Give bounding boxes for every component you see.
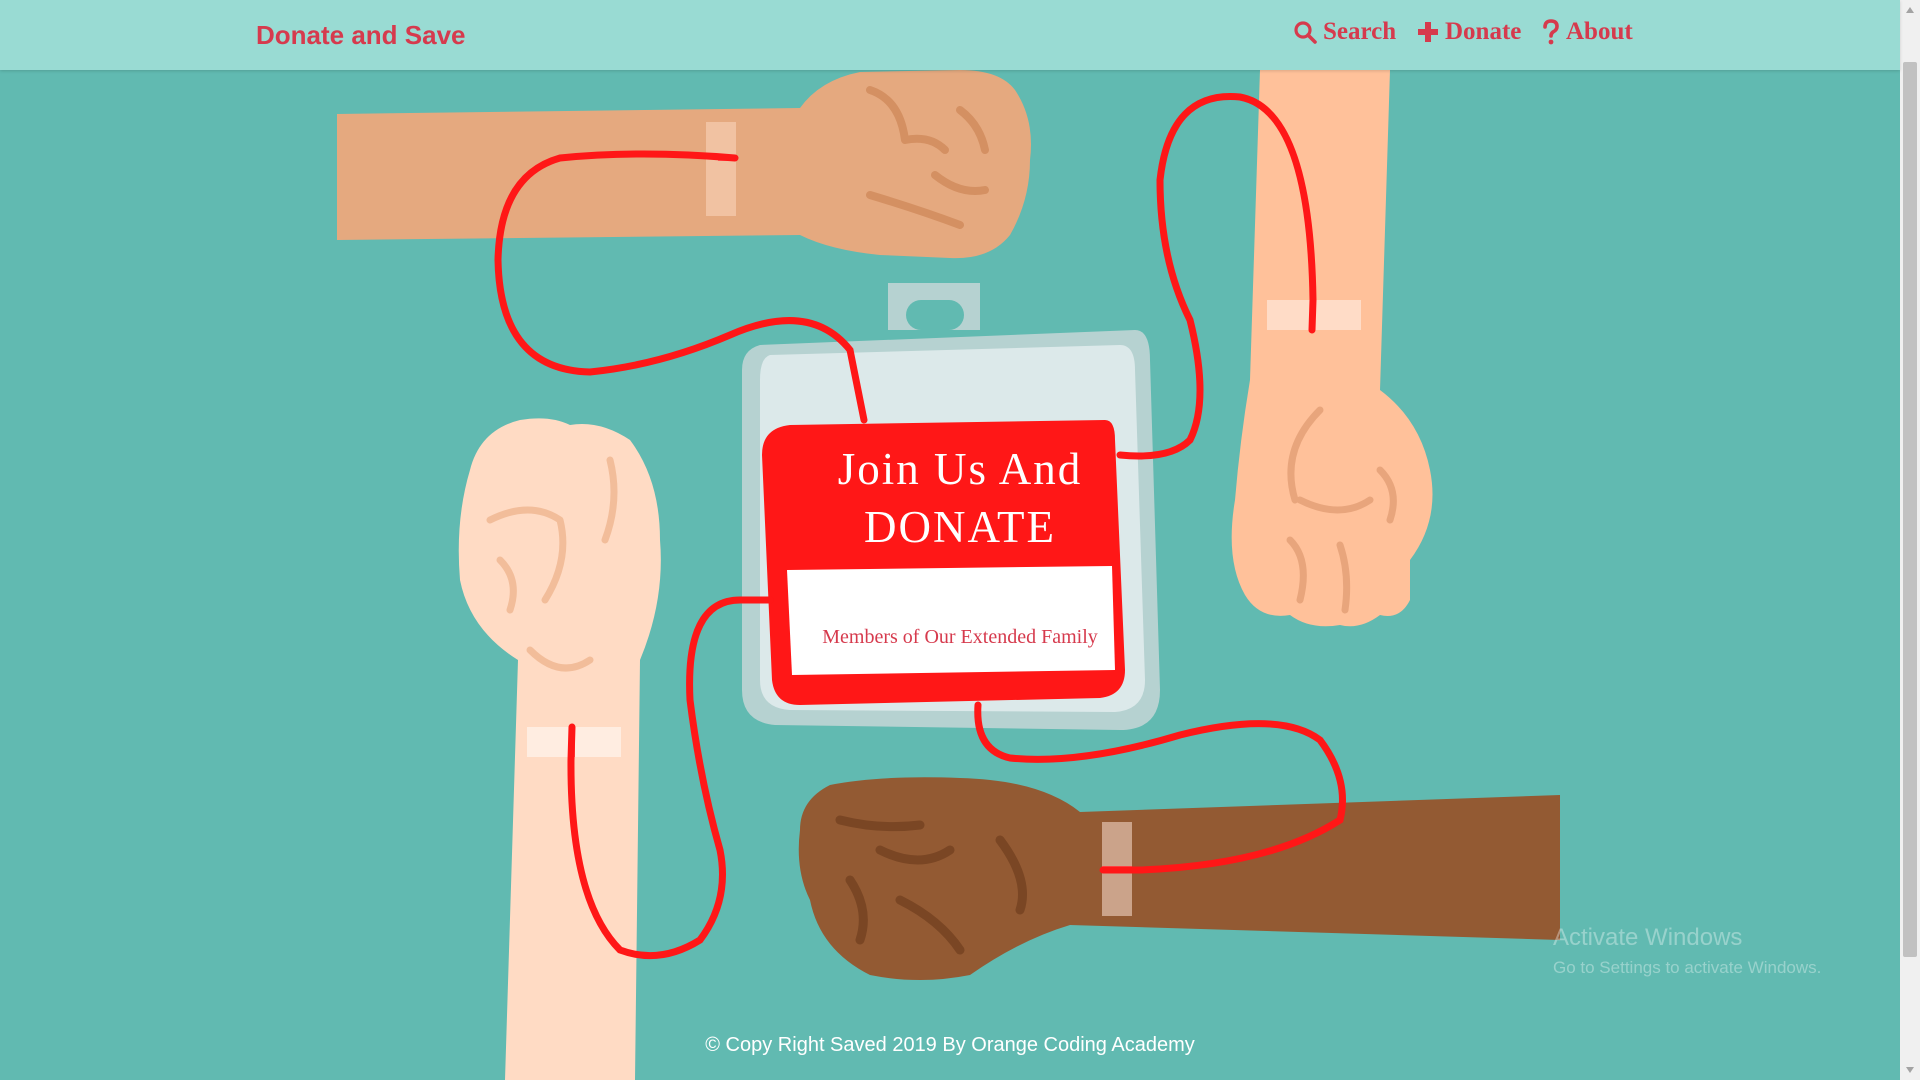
navbar: Donate and Save Search Donate About (0, 0, 1900, 70)
nav-search-label: Search (1323, 18, 1397, 45)
top-arm (337, 70, 1031, 259)
vertical-scrollbar[interactable] (1900, 0, 1920, 1080)
scroll-up-arrow[interactable] (1900, 0, 1920, 20)
scroll-up-icon (1906, 7, 1914, 13)
plus-icon (1418, 22, 1438, 42)
bottom-arm (798, 777, 1560, 980)
hero-subtitle: Members of Our Extended Family (822, 626, 1098, 648)
scroll-down-arrow[interactable] (1900, 1060, 1920, 1080)
scrollbar-thumb[interactable] (1903, 62, 1917, 957)
question-icon (1543, 19, 1559, 45)
hero-title-line2: DONATE (864, 502, 1056, 552)
nav-about-label: About (1566, 18, 1633, 45)
nav-donate-link[interactable]: Donate (1417, 18, 1521, 46)
search-icon (1294, 21, 1317, 44)
brand-link[interactable]: Donate and Save (256, 20, 466, 51)
nav-donate-label: Donate (1445, 18, 1522, 45)
scroll-down-icon (1906, 1067, 1914, 1073)
left-arm (458, 418, 661, 1080)
hero-title-line1: Join Us And (837, 444, 1083, 494)
nav-search-link[interactable]: Search (1293, 18, 1396, 46)
nav-about-link[interactable]: About (1542, 18, 1633, 46)
windows-activation-watermark: Activate Windows Go to Settings to activ… (1553, 924, 1821, 978)
footer-copyright: © Copy Right Saved 2019 By Orange Coding… (705, 1034, 1195, 1056)
right-arm (1231, 70, 1433, 627)
watermark-title: Activate Windows (1553, 924, 1743, 951)
watermark-subtitle: Go to Settings to activate Windows. (1553, 958, 1822, 977)
